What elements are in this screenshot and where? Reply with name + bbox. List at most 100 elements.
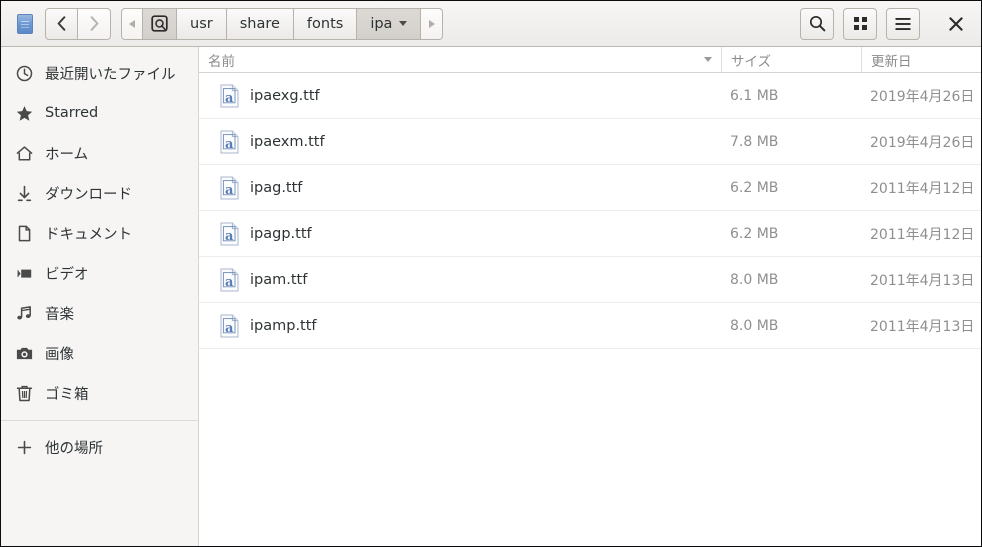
file-name-cell: a ipaexm.ttf — [199, 130, 721, 154]
file-modified-cell: 2011年4月12日 — [861, 224, 981, 244]
view-mode-button[interactable] — [843, 8, 877, 40]
home-icon — [15, 144, 33, 162]
forward-button[interactable] — [78, 8, 111, 40]
hamburger-menu-icon — [895, 17, 911, 31]
grid-view-icon — [853, 16, 868, 31]
table-row[interactable]: a ipagp.ttf 6.2 MB 2011年4月12日 — [199, 211, 981, 257]
table-row[interactable]: a ipaexg.ttf 6.1 MB 2019年4月26日 — [199, 73, 981, 119]
sidebar-item-starred[interactable]: Starred — [1, 93, 198, 133]
sidebar-item-videos[interactable]: ビデオ — [1, 253, 198, 293]
file-name-label: ipag.ttf — [250, 180, 302, 196]
sidebar: 最近開いたファイル Starred ホーム — [1, 47, 199, 546]
disk-device-icon — [151, 15, 168, 32]
sidebar-item-label: ビデオ — [45, 263, 89, 284]
file-modified-cell: 2019年4月26日 — [861, 86, 981, 106]
triangle-left-icon — [129, 20, 135, 28]
navigation-buttons — [45, 8, 111, 40]
file-name-cell: a ipagp.ttf — [199, 222, 721, 246]
main-menu-button[interactable] — [886, 8, 920, 40]
chevron-down-icon — [399, 21, 407, 26]
breadcrumb-scroll-left-button[interactable] — [121, 8, 143, 40]
table-row[interactable]: a ipag.ttf 6.2 MB 2011年4月12日 — [199, 165, 981, 211]
file-size-cell: 6.2 MB — [721, 180, 861, 196]
breadcrumb-scroll-right-button[interactable] — [421, 8, 443, 40]
svg-text:a: a — [225, 275, 234, 290]
file-size-cell: 8.0 MB — [721, 272, 861, 288]
file-name-label: ipaexg.ttf — [250, 88, 320, 104]
download-icon — [15, 184, 33, 202]
breadcrumb-label: usr — [190, 16, 213, 32]
sidebar-item-label: Starred — [45, 105, 98, 121]
sidebar-item-trash[interactable]: ゴミ箱 — [1, 373, 198, 413]
file-name-cell: a ipaexg.ttf — [199, 84, 721, 108]
breadcrumb-item-ipa[interactable]: ipa — [357, 8, 421, 40]
sidebar-item-recent[interactable]: 最近開いたファイル — [1, 53, 198, 93]
sidebar-separator — [1, 420, 198, 421]
file-modified-cell: 2011年4月13日 — [861, 316, 981, 336]
breadcrumb-label: share — [240, 16, 280, 32]
sidebar-item-label: 他の場所 — [45, 437, 103, 458]
breadcrumb-label: fonts — [307, 16, 343, 32]
chevron-left-icon — [57, 16, 66, 31]
file-modified-cell: 2019年4月26日 — [861, 132, 981, 152]
search-icon — [809, 15, 826, 32]
sidebar-item-home[interactable]: ホーム — [1, 133, 198, 173]
star-icon — [15, 104, 33, 122]
sidebar-item-pictures[interactable]: 画像 — [1, 333, 198, 373]
file-name-cell: a ipam.ttf — [199, 268, 721, 292]
file-modified-cell: 2011年4月12日 — [861, 178, 981, 198]
font-file-icon: a — [220, 130, 239, 154]
file-size-cell: 6.2 MB — [721, 226, 861, 242]
breadcrumb: usr share fonts ipa — [121, 8, 443, 40]
file-name-cell: a ipamp.ttf — [199, 314, 721, 338]
sidebar-item-other-locations[interactable]: 他の場所 — [1, 427, 198, 467]
font-file-icon: a — [220, 268, 239, 292]
sidebar-item-music[interactable]: 音楽 — [1, 293, 198, 333]
column-header-label: サイズ — [731, 50, 771, 70]
svg-text:a: a — [225, 91, 234, 106]
file-list-panel: 名前 サイズ 更新日 — [199, 47, 981, 546]
column-header-size[interactable]: サイズ — [721, 47, 861, 73]
sidebar-item-documents[interactable]: ドキュメント — [1, 213, 198, 253]
column-header-label: 更新日 — [871, 50, 912, 70]
sort-descending-arrow-icon — [704, 57, 712, 62]
files-app-icon — [17, 14, 33, 34]
breadcrumb-label: ipa — [370, 16, 392, 32]
close-window-button[interactable] — [941, 9, 971, 39]
column-header-modified[interactable]: 更新日 — [861, 47, 981, 73]
column-header-name[interactable]: 名前 — [199, 47, 721, 73]
sidebar-item-label: 音楽 — [45, 303, 74, 324]
table-row[interactable]: a ipaexm.ttf 7.8 MB 2019年4月26日 — [199, 119, 981, 165]
file-list-column-headers: 名前 サイズ 更新日 — [199, 47, 981, 73]
search-button[interactable] — [800, 8, 834, 40]
file-manager-window: usr share fonts ipa — [0, 0, 982, 547]
sidebar-item-downloads[interactable]: ダウンロード — [1, 173, 198, 213]
file-size-cell: 7.8 MB — [721, 134, 861, 150]
svg-text:a: a — [225, 137, 234, 152]
breadcrumb-item-usr[interactable]: usr — [177, 8, 227, 40]
breadcrumb-item-fonts[interactable]: fonts — [294, 8, 357, 40]
file-name-label: ipagp.ttf — [250, 226, 312, 242]
sidebar-item-label: ホーム — [45, 143, 88, 164]
file-modified-cell: 2011年4月13日 — [861, 270, 981, 290]
svg-text:a: a — [225, 229, 234, 244]
sidebar-item-label: 画像 — [45, 343, 74, 364]
file-name-cell: a ipag.ttf — [199, 176, 721, 200]
music-icon — [15, 304, 33, 322]
back-button[interactable] — [45, 8, 78, 40]
table-row[interactable]: a ipam.ttf 8.0 MB 2011年4月13日 — [199, 257, 981, 303]
video-icon — [15, 264, 33, 282]
table-row[interactable]: a ipamp.ttf 8.0 MB 2011年4月13日 — [199, 303, 981, 349]
file-size-cell: 8.0 MB — [721, 318, 861, 334]
breadcrumb-item-share[interactable]: share — [227, 8, 294, 40]
font-file-icon: a — [220, 222, 239, 246]
column-header-label: 名前 — [208, 50, 235, 70]
svg-text:a: a — [225, 321, 234, 336]
header-tools — [800, 8, 971, 40]
document-icon — [15, 224, 33, 242]
sidebar-item-label: ゴミ箱 — [45, 383, 89, 404]
header-bar: usr share fonts ipa — [1, 1, 981, 47]
breadcrumb-item-device[interactable] — [143, 8, 177, 40]
sidebar-item-label: 最近開いたファイル — [45, 63, 176, 84]
file-name-label: ipamp.ttf — [250, 318, 317, 334]
